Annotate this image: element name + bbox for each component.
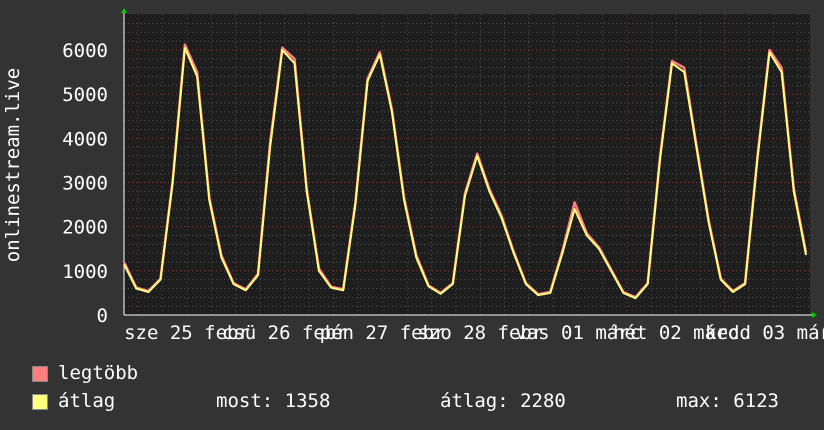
y-axis-label: onlinestream.live <box>2 68 24 262</box>
y-tick-label: 6000 <box>62 40 108 62</box>
y-tick-label: 2000 <box>62 217 108 239</box>
y-tick-label: 0 <box>97 305 108 327</box>
stat-max: max: 6123 <box>676 390 779 412</box>
legend-swatch-avg <box>32 394 48 410</box>
legend-label-max: legtöbb <box>58 362 139 384</box>
legend-swatch-max <box>32 366 48 382</box>
y-tick-label: 1000 <box>62 261 108 283</box>
x-axis-arrow <box>812 312 817 318</box>
y-tick-label: 5000 <box>62 84 108 106</box>
y-axis-arrow <box>121 8 127 13</box>
rrd-graph: 0 1000 2000 3000 4000 5000 6000 sze 25 febr csü … <box>0 0 824 430</box>
legend-label-avg: átlag <box>58 390 116 412</box>
x-tick-label: kedd 03 márc <box>705 322 824 344</box>
y-tick-label: 3000 <box>62 173 108 195</box>
stat-now: most: 1358 <box>216 390 331 412</box>
y-tick-label: 4000 <box>62 128 108 150</box>
stat-average: átlag: 2280 <box>440 390 566 412</box>
